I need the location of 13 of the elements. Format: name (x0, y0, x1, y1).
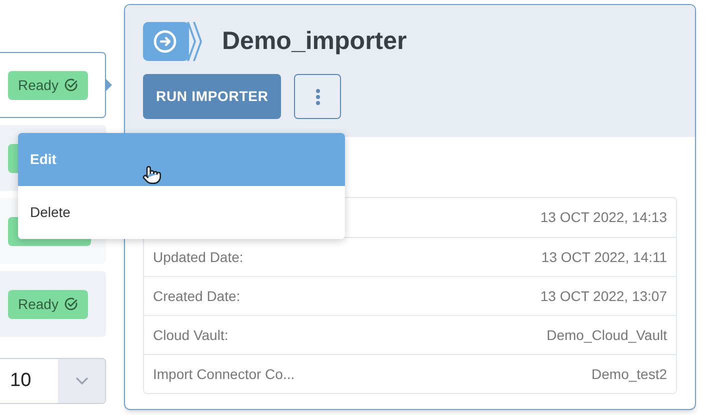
property-label: Import Connector Co... (153, 364, 295, 384)
property-label: Updated Date: (153, 248, 244, 267)
property-label: Cloud Vault: (153, 326, 228, 344)
importer-title: Demo_importer (222, 26, 407, 57)
property-value: Demo_Cloud_Vault (546, 326, 667, 345)
page-size-value: 10 (9, 368, 32, 393)
property-value: 13 OCT 2022, 13:07 (540, 286, 667, 306)
status-text: Ready (18, 294, 58, 314)
property-value: 13 OCT 2022, 14:13 (540, 208, 667, 227)
status-text: Ready (18, 76, 58, 95)
property-label: Created Date: (153, 286, 240, 306)
property-value: Demo_test2 (592, 364, 667, 384)
property-value: 13 OCT 2022, 14:11 (541, 248, 667, 266)
